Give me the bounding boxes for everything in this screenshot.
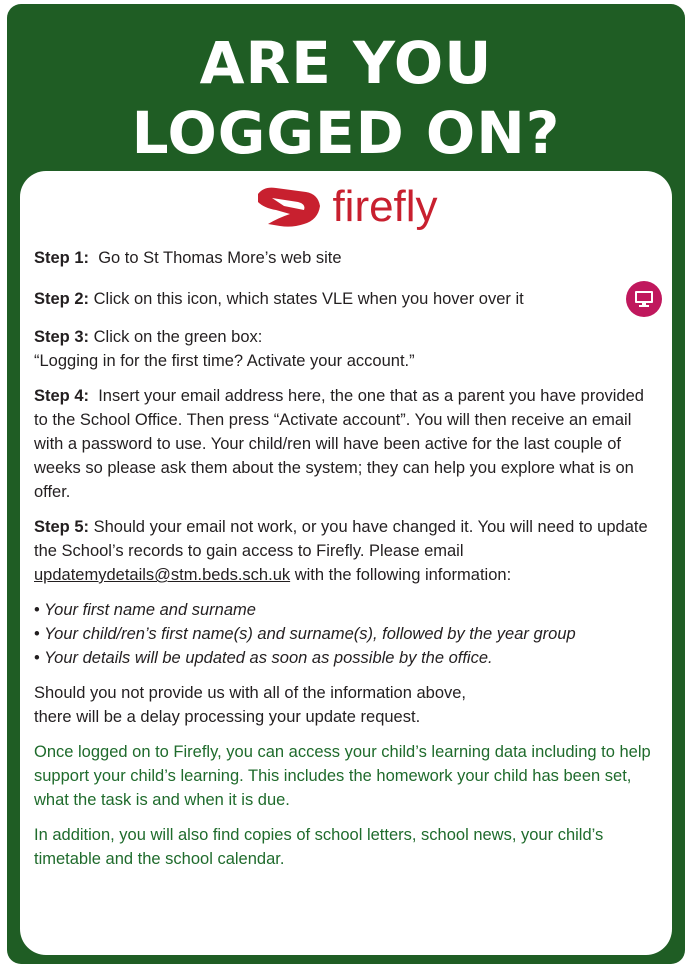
logo-wordmark: firefly (332, 182, 438, 231)
firefly-logo: firefly (20, 177, 672, 237)
title-line-1: ARE YOU (199, 29, 493, 97)
step-5-label: Step 5: (34, 518, 90, 536)
notice-line-1: Should you not provide us with all of th… (34, 684, 467, 702)
step-1: Step 1: Go to St Thomas More’s web site (34, 246, 662, 270)
list-item: • Your details will be updated as soon a… (34, 649, 493, 667)
page-title: ARE YOU LOGGED ON? (7, 28, 685, 168)
step-3-text: Click on the green box: (93, 328, 263, 346)
monitor-glyph-icon (635, 291, 653, 307)
step-3: Step 3: Click on the green box: “Logging… (34, 325, 662, 373)
title-line-2: LOGGED ON? (131, 99, 561, 167)
firefly-logo-mark-icon (258, 187, 321, 227)
info-card: firefly Step 1: Go to St Thomas More’s w… (20, 171, 672, 955)
step-2-label: Step 2: (34, 290, 90, 308)
poster: ARE YOU LOGGED ON? firefly Step 1: Go to… (7, 4, 685, 964)
step-1-label: Step 1: (34, 249, 90, 267)
instructions: Step 1: Go to St Thomas More’s web site … (34, 246, 662, 882)
step-1-text: Go to St Thomas More’s web site (98, 249, 342, 267)
additional-info: In addition, you will also find copies o… (34, 826, 604, 868)
monitor-icon[interactable] (626, 281, 662, 317)
email-link[interactable]: updatemydetails@stm.beds.sch.uk (34, 566, 290, 584)
step-3-label: Step 3: (34, 328, 90, 346)
delay-notice: Should you not provide us with all of th… (34, 681, 662, 729)
step-4-label: Step 4: (34, 387, 90, 405)
list-item: • Your first name and surname (34, 601, 256, 619)
step-5-text: Should your email not work, or you have … (34, 518, 648, 560)
step-3-quote: “Logging in for the first time? Activate… (34, 352, 415, 370)
step-2-text: Click on this icon, which states VLE whe… (93, 290, 524, 308)
list-item: • Your child/ren’s first name(s) and sur… (34, 625, 576, 643)
notice-line-2: there will be a delay processing your up… (34, 708, 421, 726)
step-4: Step 4: Insert your email address here, … (34, 384, 662, 504)
logged-on-info: Once logged on to Firefly, you can acces… (34, 743, 651, 809)
step-4-text: Insert your email address here, the one … (34, 387, 644, 501)
step-5: Step 5: Should your email not work, or y… (34, 515, 662, 587)
required-info-list: • Your first name and surname • Your chi… (34, 598, 662, 670)
step-2: Step 2: Click on this icon, which states… (34, 281, 662, 317)
step-5-text-after: with the following information: (294, 566, 512, 584)
